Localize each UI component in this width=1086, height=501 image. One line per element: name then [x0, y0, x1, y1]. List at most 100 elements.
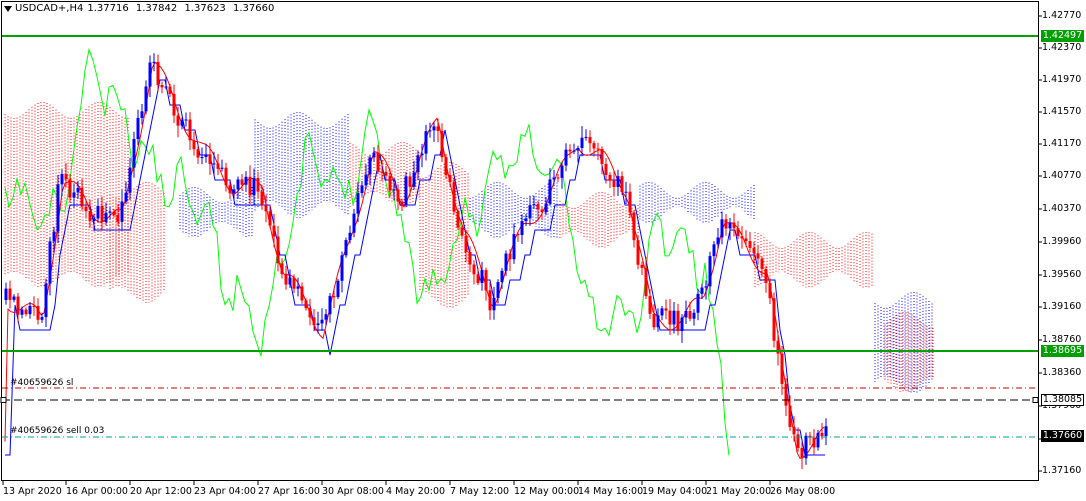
chikou-line [4, 47, 730, 456]
candle-body [144, 86, 148, 112]
candle-body [20, 309, 24, 315]
order-line-handle-right[interactable] [1032, 397, 1039, 403]
candle-body [228, 185, 232, 194]
candle-body [356, 193, 360, 214]
candle-body [296, 286, 300, 289]
candle-body [180, 120, 184, 126]
time-tick: 26 May 08:00 [770, 486, 836, 497]
candle-body [12, 296, 16, 300]
candle-body [780, 353, 784, 384]
candle-body [736, 228, 740, 237]
candle-body [804, 435, 808, 459]
candle-body [236, 179, 240, 190]
candle-body [76, 187, 80, 193]
high-value: 1.37842 [135, 3, 178, 14]
candle-body [220, 167, 224, 169]
candle-body [584, 136, 588, 138]
order-line-handle-left[interactable] [0, 397, 7, 403]
candle-body [560, 165, 564, 178]
candle-body [56, 184, 60, 232]
candle-body [564, 149, 568, 166]
candle-body [132, 139, 136, 168]
candle-body [492, 297, 496, 311]
candle-body [532, 204, 536, 206]
candle-body [368, 157, 372, 175]
candle-body [136, 117, 140, 140]
candle-body [332, 296, 336, 298]
close-value: 1.37660 [232, 3, 275, 14]
price-tick: 1.38760 [1042, 334, 1082, 345]
candle-body [8, 288, 12, 300]
candle-body [588, 136, 592, 144]
candle-body [496, 282, 500, 298]
candle-body [552, 177, 556, 180]
candle-body [452, 182, 456, 212]
candle-body [116, 215, 120, 222]
candle-body [140, 111, 144, 118]
candle-body [268, 211, 272, 226]
candle-body [300, 286, 304, 301]
time-tick: 7 May 12:00 [450, 486, 510, 497]
price-tick: 1.41170 [1042, 138, 1082, 149]
chart-window[interactable]: USDCAD+,H4 1.37716 1.37842 1.37623 1.376… [0, 0, 1086, 501]
price-tick: 1.40370 [1042, 203, 1082, 214]
candle-body [412, 172, 416, 187]
candle-body [152, 61, 156, 63]
candle-body [664, 308, 668, 311]
candle-body [468, 252, 472, 265]
candle-body [292, 277, 296, 289]
candle-body [284, 274, 288, 285]
price-tick: 1.42770 [1042, 10, 1082, 21]
candles [4, 53, 828, 470]
candle-body [428, 130, 432, 132]
candle-body [692, 312, 696, 319]
candle-body [32, 305, 36, 307]
candle-body [756, 253, 760, 259]
candle-body [576, 147, 580, 151]
candle-body [244, 176, 248, 185]
support-price-box: 1.38695 [1041, 345, 1084, 357]
candle-body [128, 167, 132, 193]
time-tick: 21 May 20:00 [706, 486, 772, 497]
candle-body [148, 62, 152, 87]
candle-body [616, 176, 620, 187]
candle-body [44, 283, 48, 318]
candle-body [624, 191, 628, 193]
candle-body [644, 267, 648, 297]
candle-body [256, 177, 260, 192]
entry-label: #40659626 sell 0.03 [10, 426, 105, 436]
price-chart[interactable] [0, 0, 1086, 501]
candle-body [620, 176, 624, 193]
bid-price-box: 1.37660 [1041, 430, 1084, 442]
candle-body [352, 213, 356, 233]
candle-body [188, 119, 192, 141]
candle-body [4, 288, 8, 300]
candle-body [184, 119, 188, 121]
candle-body [100, 205, 104, 222]
candle-body [608, 174, 612, 181]
candle-body [260, 191, 264, 206]
candle-body [88, 211, 92, 221]
time-tick: 23 Apr 04:00 [194, 486, 256, 497]
candle-body [316, 323, 320, 326]
candle-body [556, 177, 560, 179]
candle-body [476, 274, 480, 284]
candle-body [648, 296, 652, 314]
candle-body [328, 296, 332, 315]
candle-body [164, 86, 168, 88]
candle-body [652, 313, 656, 328]
symbol-label: USDCAD+,H4 [15, 3, 84, 14]
candle-body [676, 310, 680, 332]
candle-body [696, 293, 700, 313]
time-tick: 19 May 04:00 [642, 486, 708, 497]
candle-body [484, 270, 488, 291]
candle-body [68, 179, 72, 198]
candle-body [108, 211, 112, 213]
price-tick: 1.41570 [1042, 106, 1082, 117]
candle-body [112, 211, 116, 216]
dropdown-arrow-icon[interactable] [4, 5, 12, 12]
candle-body [280, 263, 284, 275]
time-tick: 12 May 00:00 [514, 486, 580, 497]
candle-body [720, 219, 724, 238]
candle-body [660, 308, 664, 316]
